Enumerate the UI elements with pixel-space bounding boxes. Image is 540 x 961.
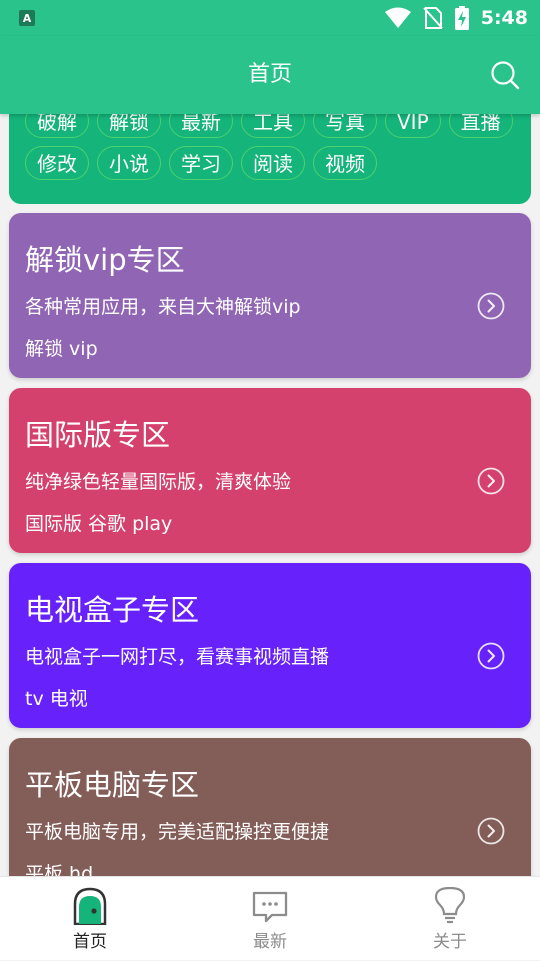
tag-chip[interactable]: 最新 xyxy=(169,114,233,138)
category-card[interactable]: 平板电脑专区平板电脑专用，完美适配操控更便捷平板 hd xyxy=(9,738,531,876)
wifi-icon xyxy=(384,7,411,28)
search-icon[interactable] xyxy=(490,60,520,90)
nav-item-latest[interactable]: 最新 xyxy=(180,877,360,961)
content-scroll-area[interactable]: 破解 解锁 最新 工具 写真 VIP 直播修改 小说 学习 阅读 视频 解锁vip专区各种常用应用，… xyxy=(0,114,540,876)
tag-chip[interactable]: 修改 xyxy=(25,146,89,180)
category-card[interactable]: 电视盒子专区电视盒子一网打尽，看赛事视频直播 tv 电视 xyxy=(9,563,531,728)
nav-item-home[interactable]: 首页 xyxy=(0,877,180,961)
tag-list: 破解 解锁 最新 工具 写真 VIP 直播修改 小说 学习 阅读 视频 xyxy=(25,114,525,180)
chevron-right-icon[interactable] xyxy=(477,467,505,495)
card-tags: 解锁 vip xyxy=(25,338,98,360)
tag-chip[interactable]: 阅读 xyxy=(241,146,305,180)
nav-item-about[interactable]: 关于 xyxy=(360,877,540,961)
card-title: 解锁vip专区 xyxy=(25,243,185,277)
tag-cloud-card: 破解 解锁 最新 工具 写真 VIP 直播修改 小说 学习 阅读 视频 xyxy=(9,114,531,204)
card-description: 电视盒子一网打尽，看赛事视频直播 xyxy=(25,646,330,668)
nav-label-about: 关于 xyxy=(433,932,467,952)
no-sim-icon xyxy=(422,7,443,29)
nav-label-latest: 最新 xyxy=(253,932,287,952)
bottom-navigation: 首页 最新 关于 xyxy=(0,876,540,960)
tag-chip[interactable]: 写真 xyxy=(313,114,377,138)
page-title: 首页 xyxy=(247,62,292,87)
svg-text:A: A xyxy=(23,12,32,25)
card-tags: 平板 hd xyxy=(25,863,94,876)
category-card[interactable]: 国际版专区纯净绿色轻量国际版，清爽体验 国际版 谷歌 play xyxy=(9,388,531,553)
card-title: 国际版专区 xyxy=(25,418,171,452)
card-tags: 国际版 谷歌 play xyxy=(25,513,173,535)
status-time: 5:48 xyxy=(480,7,528,29)
card-description: 各种常用应用，来自大神解锁vip xyxy=(25,296,301,318)
card-description: 平板电脑专用，完美适配操控更便捷 xyxy=(25,821,330,843)
card-title: 电视盒子专区 xyxy=(25,593,200,627)
card-description: 纯净绿色轻量国际版，清爽体验 xyxy=(25,471,292,493)
tag-chip[interactable]: 工具 xyxy=(241,114,305,138)
chevron-right-icon[interactable] xyxy=(477,292,505,320)
tag-chip[interactable]: 破解 xyxy=(25,114,89,138)
tag-chip[interactable]: 学习 xyxy=(169,146,233,180)
chevron-right-icon[interactable] xyxy=(477,642,505,670)
lightbulb-icon xyxy=(434,887,466,924)
home-icon xyxy=(73,887,107,925)
tag-chip[interactable]: 视频 xyxy=(313,146,377,180)
battery-charging-icon xyxy=(454,6,469,30)
app-notification-icon: A xyxy=(19,10,35,26)
chat-bubble-icon xyxy=(252,891,288,923)
category-card[interactable]: 解锁vip专区各种常用应用，来自大神解锁vip 解锁 vip xyxy=(9,213,531,378)
card-tags: tv 电视 xyxy=(25,688,88,710)
tag-chip[interactable]: VIP xyxy=(385,114,441,138)
tag-chip[interactable]: 小说 xyxy=(97,146,161,180)
tag-chip[interactable]: 直播 xyxy=(448,114,513,138)
nav-label-home: 首页 xyxy=(73,932,107,952)
app-bar: 首页 xyxy=(0,36,540,114)
chevron-right-icon[interactable] xyxy=(477,817,505,845)
tag-chip[interactable]: 解锁 xyxy=(97,114,161,138)
status-bar: A 5:48 xyxy=(0,0,540,36)
card-title: 平板电脑专区 xyxy=(25,768,200,802)
